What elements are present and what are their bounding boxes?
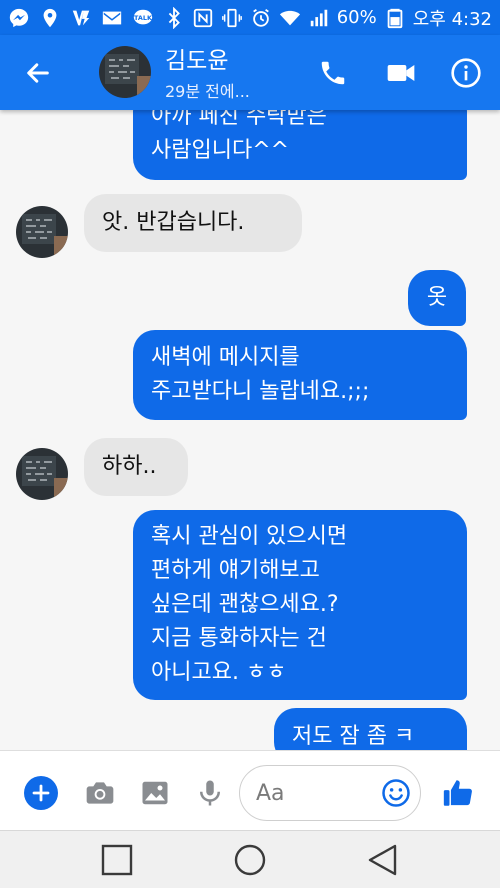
alarm-icon xyxy=(250,7,272,29)
recent-apps-button[interactable] xyxy=(100,843,134,877)
system-back-button[interactable] xyxy=(365,843,399,877)
gmail-icon xyxy=(101,7,123,29)
info-button[interactable] xyxy=(448,55,484,91)
home-button[interactable] xyxy=(233,843,267,877)
contact-avatar[interactable] xyxy=(99,46,151,98)
battery-percentage: 60% xyxy=(336,7,377,28)
message-bubble-sent[interactable]: 혹시 관심이 있으시면 편하게 얘기해보고 싶은데 괜찮으세요.? 지금 통화하… xyxy=(133,510,467,700)
kakaotalk-icon: TALK xyxy=(132,7,154,29)
message-bubble-received[interactable]: 하하.. xyxy=(84,438,188,496)
emoji-button[interactable] xyxy=(380,777,412,809)
voice-message-button[interactable] xyxy=(193,776,227,810)
clock: 오후 4:32 xyxy=(412,8,492,30)
location-icon xyxy=(39,7,61,29)
message-bubble-sent[interactable]: 아까 페친 수락받은 사람입니다^^ xyxy=(133,110,467,180)
battery-icon xyxy=(384,7,406,29)
message-bubble-sent[interactable]: 저도 잠 좀 ㅋ xyxy=(274,708,467,750)
info-icon xyxy=(451,58,481,88)
call-button[interactable] xyxy=(315,55,351,91)
message-bubble-received[interactable]: 앗. 반갑습니다. xyxy=(84,194,302,252)
video-camera-icon xyxy=(387,65,415,81)
plus-icon xyxy=(32,784,50,802)
message-input-field[interactable] xyxy=(239,765,421,821)
contact-avatar-small[interactable] xyxy=(16,448,68,500)
arrow-left-icon xyxy=(27,63,49,83)
camera-icon xyxy=(86,782,114,804)
message-bubble-sent[interactable]: 옷 xyxy=(408,270,466,326)
status-bar: TALK 60% 오후 4:32 xyxy=(0,0,500,35)
phone-icon xyxy=(321,61,345,85)
emoji-icon xyxy=(382,779,410,807)
video-call-button[interactable] xyxy=(383,55,419,91)
message-composer xyxy=(0,750,500,830)
signal-icon xyxy=(308,7,330,29)
square-icon xyxy=(101,844,133,876)
triangle-back-icon xyxy=(368,844,397,876)
camera-button[interactable] xyxy=(83,776,117,810)
thumbs-up-icon xyxy=(443,780,472,806)
mic-icon xyxy=(200,780,220,806)
message-input[interactable] xyxy=(256,778,376,808)
vibrate-icon xyxy=(221,7,243,29)
system-navigation-bar xyxy=(0,830,500,888)
message-bubble-sent[interactable]: 새벽에 메시지를 주고받다니 놀랍네요.;;; xyxy=(133,330,467,420)
circle-icon xyxy=(234,844,266,876)
nfc-icon xyxy=(192,7,214,29)
gallery-icon xyxy=(142,781,168,805)
svg-text:TALK: TALK xyxy=(134,13,153,21)
more-actions-button[interactable] xyxy=(24,776,58,810)
back-button[interactable] xyxy=(20,55,56,91)
conversation-header: 김도윤 29분 전에... xyxy=(0,35,500,110)
wifi-icon xyxy=(279,7,301,29)
contact-avatar-small[interactable] xyxy=(16,206,68,258)
bluetooth-icon xyxy=(163,6,185,29)
like-button[interactable] xyxy=(441,776,475,810)
gallery-button[interactable] xyxy=(138,776,172,810)
last-active-status: 29분 전에... xyxy=(165,82,250,101)
contact-name[interactable]: 김도윤 xyxy=(165,41,228,75)
messenger-icon xyxy=(8,7,30,29)
vpn-icon xyxy=(70,7,92,29)
message-list[interactable]: 아까 페친 수락받은 사람입니다^^ 앗. 반갑습니다. 옷 새벽에 메시지를 … xyxy=(0,110,500,750)
